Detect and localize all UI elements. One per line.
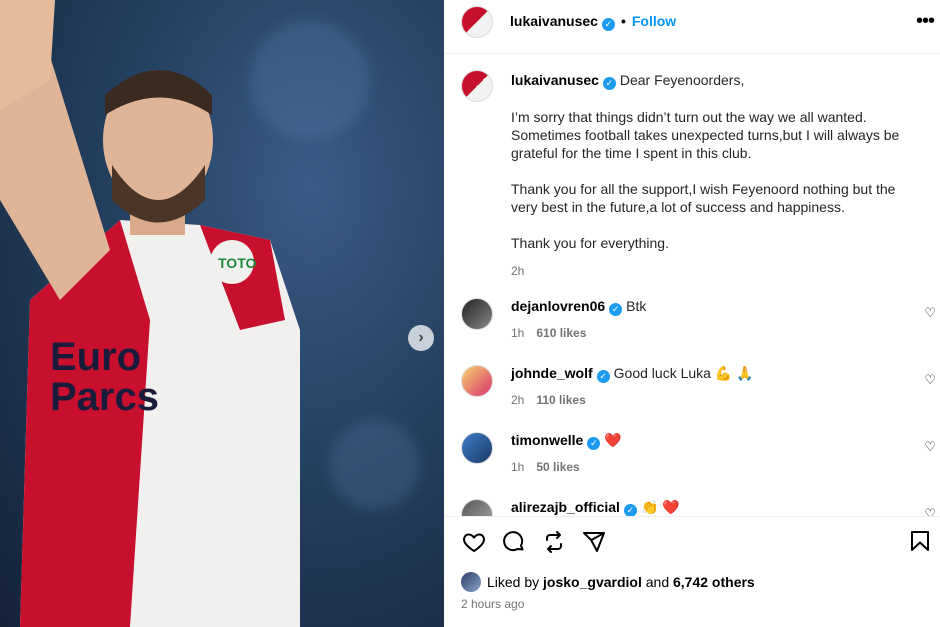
follow-button[interactable]: Follow [632,13,676,29]
more-icon[interactable]: ••• [916,10,935,33]
heart-icon[interactable]: ♡ [924,506,936,516]
comment-item: dejanlovren06 ✓ Btk 1h 610 likes ♡ [461,298,936,358]
svg-text:TOTO: TOTO [218,255,256,271]
comment-meta: 2h 110 likes [511,393,598,407]
verified-icon: ✓ [587,437,601,450]
comment-time: 1h [511,460,525,474]
divider [444,516,940,517]
verified-icon: ✓ [596,370,610,383]
repost-icon[interactable] [541,529,567,555]
commenter-avatar[interactable] [461,432,493,464]
post-photo[interactable]: Euro Parcs TOTO › [0,0,444,627]
liked-by: Liked by josko_gvardiol and 6,742 others [461,572,755,592]
caption-greeting: Dear Feyenoorders, [619,72,745,88]
comment-item: alirezajb_official ✓ 👏 ❤️ ♡ [461,499,936,516]
comment-body: alirezajb_official ✓ 👏 ❤️ [511,499,680,516]
liked-and: and [645,574,670,590]
bookmark-icon[interactable] [908,529,934,555]
heart-icon[interactable]: ♡ [924,372,936,388]
liked-others[interactable]: 6,742 others [673,574,755,590]
post-caption: lukaivanusec ✓ Dear Feyenoorders, I’m sor… [511,71,921,280]
comment-body: timonwelle ✓ ❤️ [511,432,622,450]
commenter-username[interactable]: timonwelle [511,432,583,448]
author-username[interactable]: lukaivanusec [510,13,598,29]
commenter-avatar[interactable] [461,365,493,397]
verified-icon: ✓ [609,303,623,316]
heart-icon[interactable] [461,529,487,555]
commenter-avatar[interactable] [461,298,493,330]
svg-text:Euro: Euro [50,335,141,379]
commenter-username[interactable]: dejanlovren06 [511,298,605,314]
caption-paragraph: Thank you for all the support,I wish Fey… [511,181,896,215]
verified-icon: ✓ [601,18,615,31]
commenter-avatar[interactable] [461,499,493,516]
header-user: lukaivanusec ✓ • Follow [510,13,676,31]
caption-time: 2h [511,264,525,278]
player-illustration: Euro Parcs TOTO [0,0,300,627]
comment-time: 2h [511,393,525,407]
heart-icon[interactable]: ♡ [924,439,936,455]
comment-text: Btk [626,298,647,314]
post-header: lukaivanusec ✓ • Follow ••• [444,0,940,54]
comment-likes[interactable]: 110 likes [536,393,585,407]
post-sidebar: lukaivanusec ✓ • Follow ••• lukaivanusec ✓ D… [444,0,940,627]
comment-body: johnde_wolf ✓ Good luck Luka 💪 🙏 [511,365,754,383]
separator-dot: • [620,13,626,29]
comment-likes[interactable]: 610 likes [536,326,586,340]
comment-icon[interactable] [501,529,527,555]
liked-user[interactable]: josko_gvardiol [543,574,642,590]
caption-avatar[interactable] [461,70,493,102]
verified-icon: ✓ [602,77,616,90]
share-icon[interactable] [581,529,607,555]
heart-icon[interactable]: ♡ [924,305,936,321]
commenter-username[interactable]: johnde_wolf [511,365,593,381]
svg-text:Parcs: Parcs [50,375,159,419]
comment-meta: 1h 50 likes [511,460,592,474]
commenter-username[interactable]: alirezajb_official [511,499,620,515]
comment-meta: 1h 610 likes [511,326,598,340]
comment-text: Good luck Luka 💪 🙏 [613,365,754,381]
carousel-next-icon[interactable]: › [408,325,434,351]
comment-text: ❤️ [604,432,622,448]
comment-likes[interactable]: 50 likes [536,460,579,474]
caption-username[interactable]: lukaivanusec [511,72,599,88]
comment-item: timonwelle ✓ ❤️ 1h 50 likes ♡ [461,432,936,492]
comment-time: 1h [511,326,525,340]
caption-first-line: lukaivanusec ✓ Dear Feyenoorders, [511,71,921,90]
caption-paragraph: Thank you for everything. [511,235,669,251]
comment-body: dejanlovren06 ✓ Btk [511,298,646,316]
author-avatar[interactable] [461,6,493,38]
caption-paragraph: I’m sorry that things didn’t turn out th… [511,109,900,161]
action-bar [461,529,607,555]
verified-icon: ✓ [623,504,637,516]
comment-item: johnde_wolf ✓ Good luck Luka 💪 🙏 2h 110 lik… [461,365,936,425]
liker-avatar[interactable] [461,572,481,592]
liked-prefix: Liked by [487,574,540,590]
post-timestamp: 2 hours ago [461,597,525,611]
comment-text: 👏 ❤️ [640,499,680,515]
